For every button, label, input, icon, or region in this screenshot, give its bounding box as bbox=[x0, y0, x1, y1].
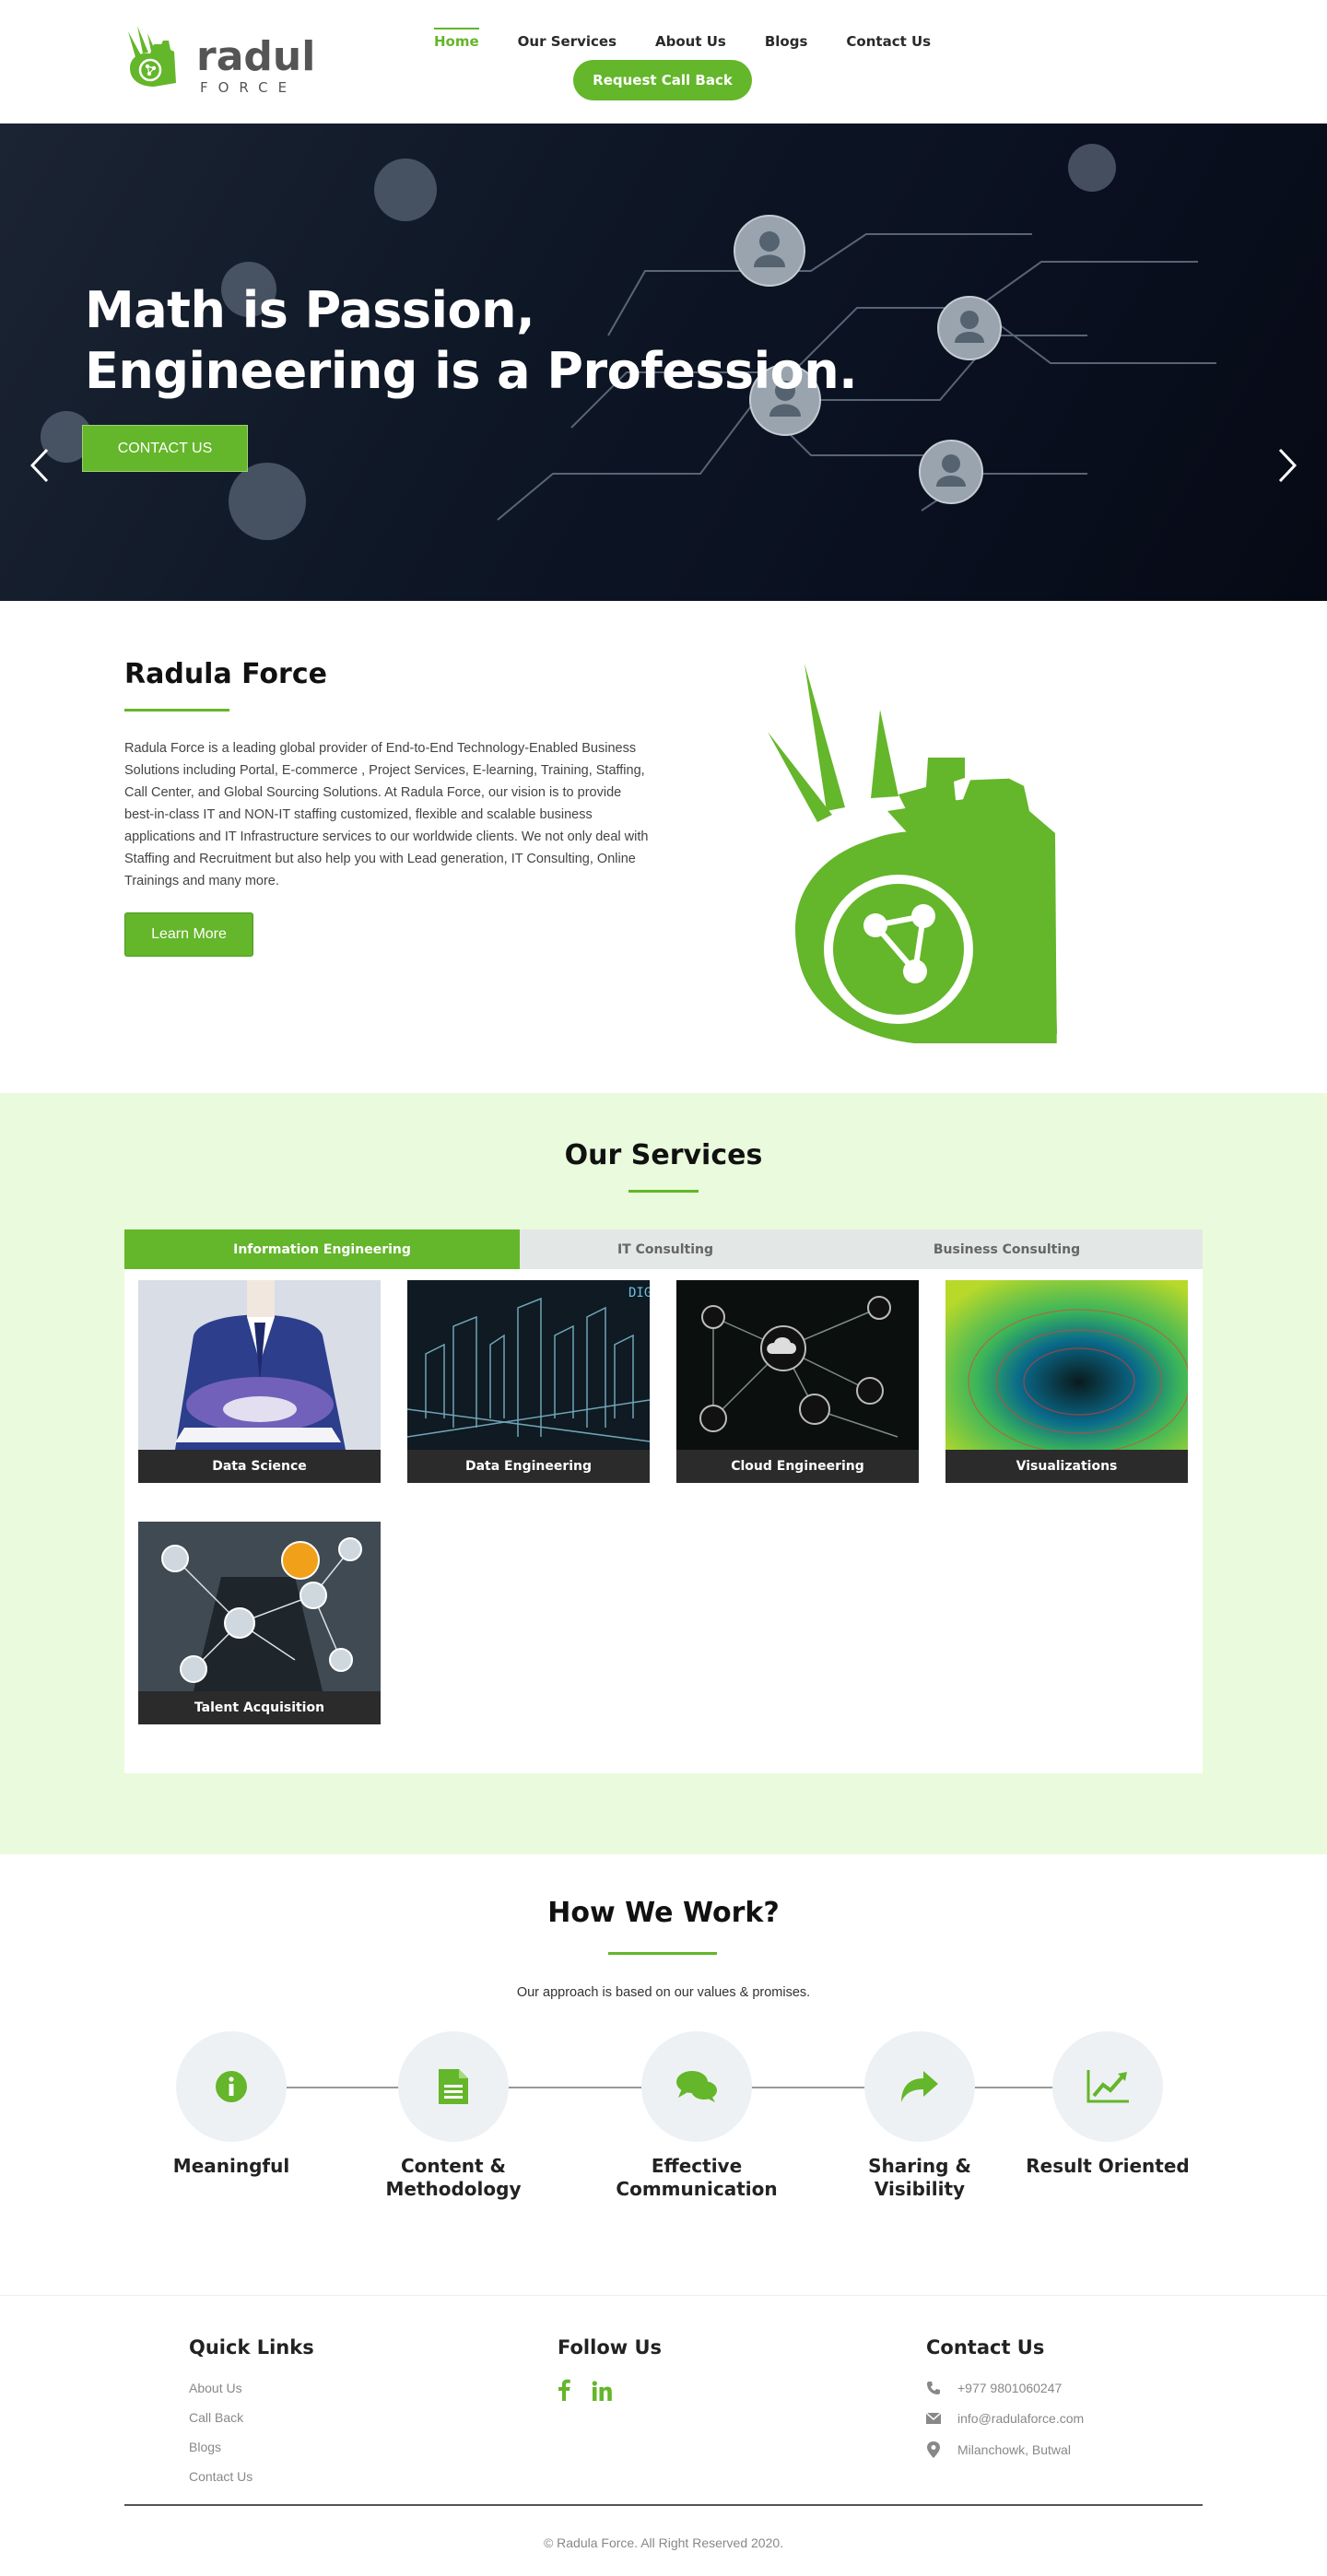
step-label: Effective Communication bbox=[616, 2155, 778, 2200]
about-title: Radula Force bbox=[124, 658, 327, 690]
logo-text: radula bbox=[196, 33, 316, 80]
copyright-text: © Radula Force. All Right Reserved 2020. bbox=[543, 2535, 784, 2550]
services-tabs-panel: Information Engineering IT Consulting Bu… bbox=[124, 1229, 1203, 1773]
service-card-cloud-engineering[interactable]: Cloud Engineering bbox=[676, 1280, 919, 1483]
footer-link-about-us[interactable]: About Us bbox=[189, 2381, 242, 2395]
nav-home[interactable]: Home bbox=[415, 28, 499, 55]
footer-phone: +977 9801060247 bbox=[926, 2381, 1062, 2395]
step-label: Content & Methodology bbox=[385, 2155, 522, 2200]
step-circle[interactable] bbox=[1052, 2031, 1163, 2142]
site-footer: Quick Links About Us Call Back Blogs Con… bbox=[0, 2295, 1327, 2576]
services-tab-bar: Information Engineering IT Consulting Bu… bbox=[124, 1229, 1203, 1269]
info-icon bbox=[216, 2071, 247, 2102]
how-we-work-subtitle: Our approach is based on our values & pr… bbox=[516, 1985, 811, 2000]
slider-prev-icon[interactable] bbox=[23, 442, 60, 488]
service-card-label: Visualizations bbox=[945, 1450, 1188, 1483]
nav-contact-us[interactable]: Contact Us bbox=[827, 28, 950, 55]
tab-business-consulting[interactable]: Business Consulting bbox=[811, 1229, 1203, 1269]
logo-subtext: FORCE bbox=[200, 79, 297, 96]
about-section: Radula Force Radula Force is a leading g… bbox=[0, 601, 1327, 1093]
email-text[interactable]: info@radulaforce.com bbox=[957, 2411, 1084, 2426]
footer-link-call-back[interactable]: Call Back bbox=[189, 2410, 243, 2425]
step-label: Result Oriented bbox=[1026, 2155, 1190, 2177]
step-circle[interactable] bbox=[398, 2031, 509, 2142]
nav-our-services[interactable]: Our Services bbox=[499, 28, 636, 55]
footer-address: Milanchowk, Butwal bbox=[926, 2441, 1071, 2458]
step-content-methodology: Content & Methodology bbox=[343, 2031, 564, 2201]
hero-title-line1: Math is Passion, bbox=[85, 281, 535, 339]
step-meaningful: Meaningful bbox=[121, 2031, 342, 2178]
footer-link-contact-us[interactable]: Contact Us bbox=[189, 2469, 252, 2484]
radula-force-logo[interactable]: radula FORCE bbox=[123, 22, 316, 101]
how-we-work-title: How We Work? bbox=[547, 1897, 780, 1929]
footer-link-blogs[interactable]: Blogs bbox=[189, 2440, 221, 2454]
footer-divider bbox=[124, 2504, 1203, 2506]
service-card-label: Data Science bbox=[138, 1450, 381, 1483]
chat-bubbles-icon bbox=[676, 2071, 717, 2102]
people-network-image bbox=[138, 1522, 381, 1691]
slider-next-icon[interactable] bbox=[1267, 442, 1304, 488]
envelope-icon bbox=[926, 2412, 941, 2424]
tab-information-engineering[interactable]: Information Engineering bbox=[124, 1229, 520, 1269]
step-result-oriented: Result Oriented bbox=[997, 2031, 1218, 2178]
title-underline bbox=[124, 709, 229, 712]
title-underline bbox=[608, 1952, 717, 1955]
nav-blogs[interactable]: Blogs bbox=[746, 28, 828, 55]
linkedin-icon[interactable] bbox=[592, 2381, 612, 2401]
footer-email: info@radulaforce.com bbox=[926, 2411, 1084, 2426]
contact-us-title: Contact Us bbox=[926, 2336, 1045, 2358]
quick-links-title: Quick Links bbox=[189, 2336, 314, 2358]
step-label: Meaningful bbox=[172, 2155, 290, 2177]
wave-tunnel-image bbox=[945, 1280, 1188, 1450]
step-circle[interactable] bbox=[864, 2031, 975, 2142]
step-circle[interactable] bbox=[641, 2031, 752, 2142]
tablet-sparkle-image bbox=[138, 1280, 381, 1450]
document-icon bbox=[439, 2069, 468, 2104]
hero-title: Math is Passion, Engineering is a Profes… bbox=[85, 280, 858, 402]
follow-us-title: Follow Us bbox=[558, 2336, 663, 2358]
facebook-icon[interactable] bbox=[558, 2379, 570, 2401]
services-section: Our Services Information Engineering IT … bbox=[0, 1093, 1327, 1854]
hero-slider: Math is Passion, Engineering is a Profes… bbox=[0, 124, 1327, 601]
service-card-label: Data Engineering bbox=[407, 1450, 650, 1483]
city-hologram-image: DIG bbox=[407, 1280, 650, 1450]
phone-icon bbox=[927, 2382, 940, 2394]
service-card-data-engineering[interactable]: DIG Data Engineering bbox=[407, 1280, 650, 1483]
services-title: Our Services bbox=[564, 1139, 763, 1171]
radula-force-emblem bbox=[768, 664, 1057, 1043]
service-card-visualizations[interactable]: Visualizations bbox=[945, 1280, 1188, 1483]
step-circle[interactable] bbox=[176, 2031, 287, 2142]
nav-about-us[interactable]: About Us bbox=[636, 28, 746, 55]
site-header: radula FORCE Home Our Services About Us … bbox=[0, 0, 1327, 124]
learn-more-button[interactable]: Learn More bbox=[124, 912, 253, 957]
address-text: Milanchowk, Butwal bbox=[957, 2442, 1071, 2457]
service-card-data-science[interactable]: Data Science bbox=[138, 1280, 381, 1483]
service-card-label: Talent Acquisition bbox=[138, 1691, 381, 1724]
svg-text:DIG: DIG bbox=[628, 1286, 650, 1300]
service-card-label: Cloud Engineering bbox=[676, 1450, 919, 1483]
about-text: Radula Force is a leading global provide… bbox=[124, 741, 649, 888]
trend-chart-icon bbox=[1086, 2070, 1129, 2103]
title-underline bbox=[628, 1190, 699, 1193]
service-card-talent-acquisition[interactable]: Talent Acquisition bbox=[138, 1522, 381, 1724]
request-call-back-button[interactable]: Request Call Back bbox=[573, 60, 752, 100]
how-we-work-section: How We Work? Our approach is based on ou… bbox=[0, 1854, 1327, 2295]
phone-text: +977 9801060247 bbox=[957, 2381, 1063, 2395]
location-pin-icon bbox=[927, 2441, 940, 2458]
share-arrow-icon bbox=[901, 2071, 938, 2102]
step-effective-communication: Effective Communication bbox=[586, 2031, 807, 2201]
hero-title-line2: Engineering is a Profession. bbox=[85, 342, 858, 400]
main-nav: Home Our Services About Us Blogs Contact… bbox=[415, 28, 950, 55]
cloud-network-image bbox=[676, 1280, 919, 1450]
contact-us-button[interactable]: CONTACT US bbox=[82, 425, 248, 472]
tab-it-consulting[interactable]: IT Consulting bbox=[520, 1229, 811, 1269]
